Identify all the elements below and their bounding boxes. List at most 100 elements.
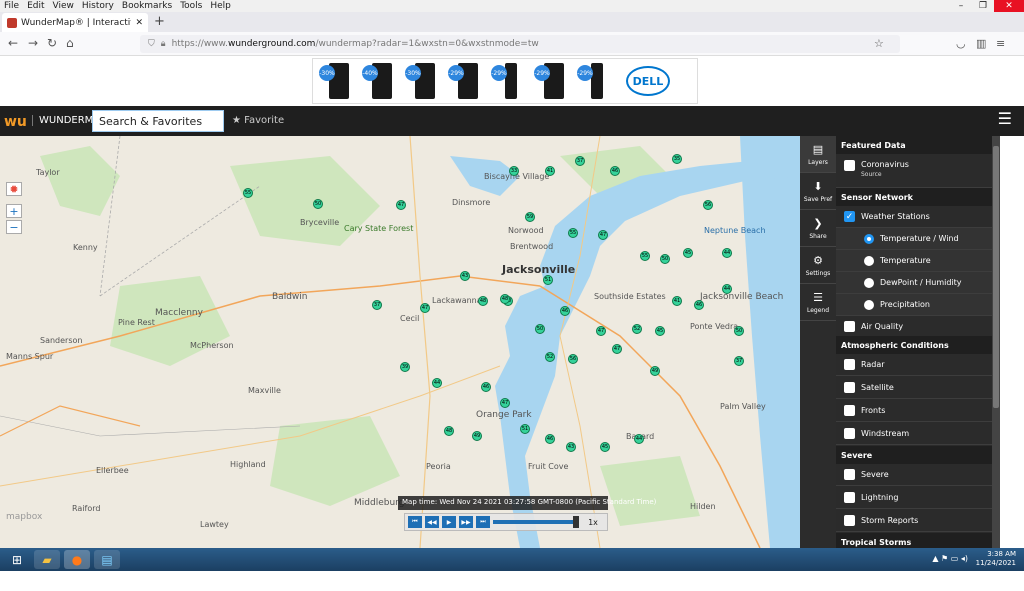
weather-station-marker[interactable]: 46 <box>610 166 620 176</box>
weather-station-marker[interactable]: 49 <box>650 366 660 376</box>
skip-forward-icon[interactable]: ⏭ <box>476 516 490 528</box>
menu-view[interactable]: View <box>49 1 78 11</box>
layer-fronts[interactable]: Fronts <box>836 400 992 422</box>
home-icon[interactable]: ⌂ <box>66 36 74 50</box>
pocket-icon[interactable]: ◡ <box>956 37 966 50</box>
weather-station-marker[interactable]: 56 <box>568 354 578 364</box>
layer-weather-stations[interactable]: ✓ Weather Stations <box>836 206 992 228</box>
notepad-icon[interactable]: ▤ <box>94 550 120 569</box>
menu-history[interactable]: History <box>78 1 118 11</box>
share-button[interactable]: ❯ Share <box>800 210 836 247</box>
option-precipitation[interactable]: Precipitation <box>836 294 992 316</box>
weather-station-marker[interactable]: 55 <box>243 188 253 198</box>
weather-station-marker[interactable]: 44 <box>634 434 644 444</box>
layer-coronavirus[interactable]: Coronavirus Source <box>836 154 992 188</box>
save-pref-button[interactable]: ⬇ Save Pref <box>800 173 836 210</box>
dell-logo[interactable]: DELL <box>626 66 670 96</box>
url-bar[interactable]: ⛉ 🔒︎ https://www.wunderground.com/wunder… <box>140 35 900 53</box>
reload-icon[interactable]: ↻ <box>47 36 57 50</box>
close-tab-icon[interactable]: ✕ <box>135 18 143 28</box>
layers-button[interactable]: ▤ Layers <box>800 136 836 173</box>
ad-product[interactable]: -30% <box>319 61 357 101</box>
radio[interactable] <box>864 255 874 266</box>
weather-station-marker[interactable]: 56 <box>703 200 713 210</box>
radio[interactable] <box>864 277 874 288</box>
option-dewpoint[interactable]: DewPoint / Humidity <box>836 272 992 294</box>
weather-station-marker[interactable]: 43 <box>460 271 470 281</box>
minimize-icon[interactable]: – <box>950 0 972 12</box>
weather-station-marker[interactable]: 52 <box>545 352 555 362</box>
weather-station-marker[interactable]: 50 <box>313 199 323 209</box>
settings-button[interactable]: ⚙ Settings <box>800 247 836 284</box>
radio-selected[interactable] <box>864 233 874 244</box>
layer-storm-reports[interactable]: Storm Reports <box>836 510 992 532</box>
skip-back-icon[interactable]: ⏮ <box>408 516 422 528</box>
wu-logo-icon[interactable]: wu <box>4 114 27 130</box>
ad-product[interactable]: -29% <box>534 61 572 101</box>
layer-windstream[interactable]: Windstream <box>836 423 992 445</box>
weather-station-marker[interactable]: 39 <box>400 362 410 372</box>
panel-scrollbar[interactable] <box>992 136 1000 548</box>
clock[interactable]: 3:38 AM 11/24/2021 <box>976 550 1016 568</box>
tab-wundermap[interactable]: WunderMap® | Interactive We... ✕ <box>2 13 148 32</box>
weather-station-marker[interactable]: 50 <box>660 254 670 264</box>
menu-help[interactable]: Help <box>206 1 235 11</box>
layer-satellite[interactable]: Satellite <box>836 377 992 399</box>
zoom-in-button[interactable]: + <box>6 204 22 218</box>
step-forward-icon[interactable]: ▶▶ <box>459 516 473 528</box>
checkbox[interactable] <box>844 405 855 416</box>
file-explorer-icon[interactable]: ▰ <box>34 550 60 569</box>
weather-station-marker[interactable]: 37 <box>734 356 744 366</box>
weather-station-marker[interactable]: 44 <box>722 284 732 294</box>
ad-product[interactable]: -29% <box>448 61 486 101</box>
weather-station-marker[interactable]: 35 <box>672 154 682 164</box>
weather-station-marker[interactable]: 45 <box>683 248 693 258</box>
weather-station-marker[interactable]: 45 <box>600 442 610 452</box>
weather-station-marker[interactable]: 51 <box>520 424 530 434</box>
checkbox[interactable] <box>844 492 855 503</box>
timeline-handle[interactable] <box>573 516 579 528</box>
weather-station-marker[interactable]: 48 <box>444 426 454 436</box>
checkbox[interactable] <box>844 160 855 171</box>
weather-station-marker[interactable]: 48 <box>478 296 488 306</box>
speed-select[interactable]: 1x <box>582 518 604 527</box>
shield-icon[interactable]: ⛉ <box>148 39 155 49</box>
firefox-icon[interactable]: ● <box>64 550 90 569</box>
back-icon[interactable]: ← <box>8 36 18 50</box>
weather-station-marker[interactable]: 51 <box>543 275 553 285</box>
weather-station-marker[interactable]: 45 <box>655 326 665 336</box>
step-back-icon[interactable]: ◀◀ <box>425 516 439 528</box>
hamburger-menu-icon[interactable]: ☰ <box>998 109 1012 128</box>
dell-ad-banner[interactable]: -30% -40% -30% -29% -29% -29% -29% DELL <box>312 58 698 104</box>
source-link[interactable]: Source <box>861 171 882 178</box>
checkbox[interactable] <box>844 382 855 393</box>
sidebar-icon[interactable]: ▥ <box>976 37 986 50</box>
menu-bookmarks[interactable]: Bookmarks <box>118 1 176 11</box>
ad-product[interactable]: -40% <box>362 61 400 101</box>
menu-file[interactable]: File <box>0 1 23 11</box>
weather-station-marker[interactable]: 46 <box>560 306 570 316</box>
weather-station-marker[interactable]: 47 <box>420 303 430 313</box>
weather-station-marker[interactable]: 44 <box>432 378 442 388</box>
map-canvas[interactable]: Taylor Kenny Macclenny Pine Rest Sanders… <box>0 136 800 548</box>
scrollbar-thumb[interactable] <box>993 146 999 408</box>
checkbox[interactable] <box>844 321 855 332</box>
zoom-out-button[interactable]: − <box>6 220 22 234</box>
weather-station-marker[interactable]: 47 <box>500 398 510 408</box>
layer-severe[interactable]: Severe <box>836 464 992 486</box>
checkbox[interactable] <box>844 428 855 439</box>
ad-product[interactable]: -29% <box>577 61 615 101</box>
weather-station-marker[interactable]: 44 <box>722 248 732 258</box>
weather-station-marker[interactable]: 46 <box>481 382 491 392</box>
radio[interactable] <box>864 299 874 310</box>
weather-station-marker[interactable]: 55 <box>640 251 650 261</box>
weather-station-marker[interactable]: 41 <box>672 296 682 306</box>
new-tab-icon[interactable]: + <box>154 14 165 29</box>
checkbox[interactable] <box>844 469 855 480</box>
weather-station-marker[interactable]: 46 <box>694 300 704 310</box>
weather-station-marker[interactable]: 33 <box>509 166 519 176</box>
weather-station-marker[interactable]: 41 <box>545 166 555 176</box>
weather-station-marker[interactable]: 47 <box>596 326 606 336</box>
weather-station-marker[interactable]: 49 <box>472 431 482 441</box>
checkbox-checked-icon[interactable]: ✓ <box>844 211 855 222</box>
